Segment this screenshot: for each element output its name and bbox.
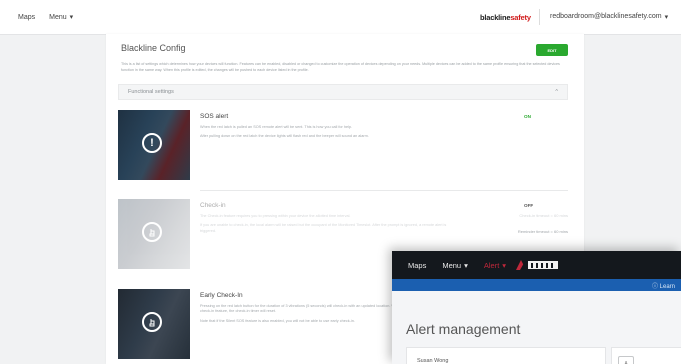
edit-button[interactable]: EDIT: [536, 44, 568, 56]
page-title: Blackline Config: [121, 43, 186, 53]
chevron-down-icon: ▾: [464, 260, 468, 270]
touch-icon: [142, 312, 162, 332]
map-marker-icon[interactable]: A: [618, 356, 634, 364]
overlay-navigation-bar: Maps Menu ▾ Alert ▾: [392, 251, 681, 279]
alert-management-window: Maps Menu ▾ Alert ▾ ⓘ Learn Alert manage: [392, 251, 681, 364]
early-check-in-image: [118, 289, 190, 359]
exclamation-icon: !: [142, 133, 162, 153]
functional-settings-header[interactable]: Functional settings ^: [118, 84, 568, 100]
chevron-down-icon: ▾: [69, 14, 74, 21]
nav-maps[interactable]: Maps: [18, 14, 35, 21]
alert-management-title: Alert management: [406, 321, 521, 337]
status-badge: OFF: [524, 203, 534, 208]
alert-person-name: Susan Wong: [417, 358, 449, 364]
reminder-timeout: Reminder timeout = 60 mins: [517, 229, 568, 234]
section-label: Functional settings: [128, 89, 174, 95]
learn-link[interactable]: ⓘ Learn: [652, 281, 675, 290]
overlay-nav-menu[interactable]: Menu ▾: [442, 261, 468, 270]
setting-title: SOS alert: [200, 113, 229, 120]
map-card: A: [611, 347, 681, 364]
brand-logo: blacklinesafety: [480, 13, 531, 22]
setting-description: The Check-in feature requires you to pre…: [200, 214, 447, 233]
setting-description: When the red latch is pulled an SOS remo…: [200, 125, 369, 139]
nav-menu-label: Menu: [49, 13, 67, 21]
intro-text: This is a list of settings which determi…: [121, 62, 560, 72]
touch-icon: [142, 222, 162, 242]
sos-alert-image: !: [118, 110, 190, 180]
divider: [539, 9, 540, 25]
nav-menu[interactable]: Menu ▾: [49, 13, 74, 22]
top-navigation-bar: Maps Menu ▾ blacklinesafety redboardroom…: [0, 0, 681, 35]
chevron-down-icon: ▾: [502, 260, 507, 270]
check-in-image: [118, 199, 190, 269]
brand-logo-icon: [516, 260, 560, 270]
status-badge: ON: [524, 114, 531, 119]
divider: [200, 190, 568, 191]
user-menu[interactable]: redboardroom@blacklinesafety.com ▾: [550, 13, 668, 21]
setting-title: Check-in: [200, 202, 226, 209]
chevron-down-icon: ▾: [664, 14, 669, 21]
user-email: redboardroom@blacklinesafety.com: [550, 13, 662, 20]
alert-card[interactable]: Susan Wong: [406, 347, 606, 364]
nav-maps-label: Maps: [18, 13, 36, 21]
overlay-nav-alert[interactable]: Alert ▾: [484, 261, 506, 270]
overlay-info-bar: ⓘ Learn: [392, 279, 681, 291]
setting-title: Early Check-In: [200, 292, 243, 299]
overlay-nav-maps[interactable]: Maps: [408, 261, 426, 270]
chevron-up-icon: ^: [555, 89, 558, 95]
check-in-timeout: Check-in timeout = 60 mins: [519, 213, 568, 218]
